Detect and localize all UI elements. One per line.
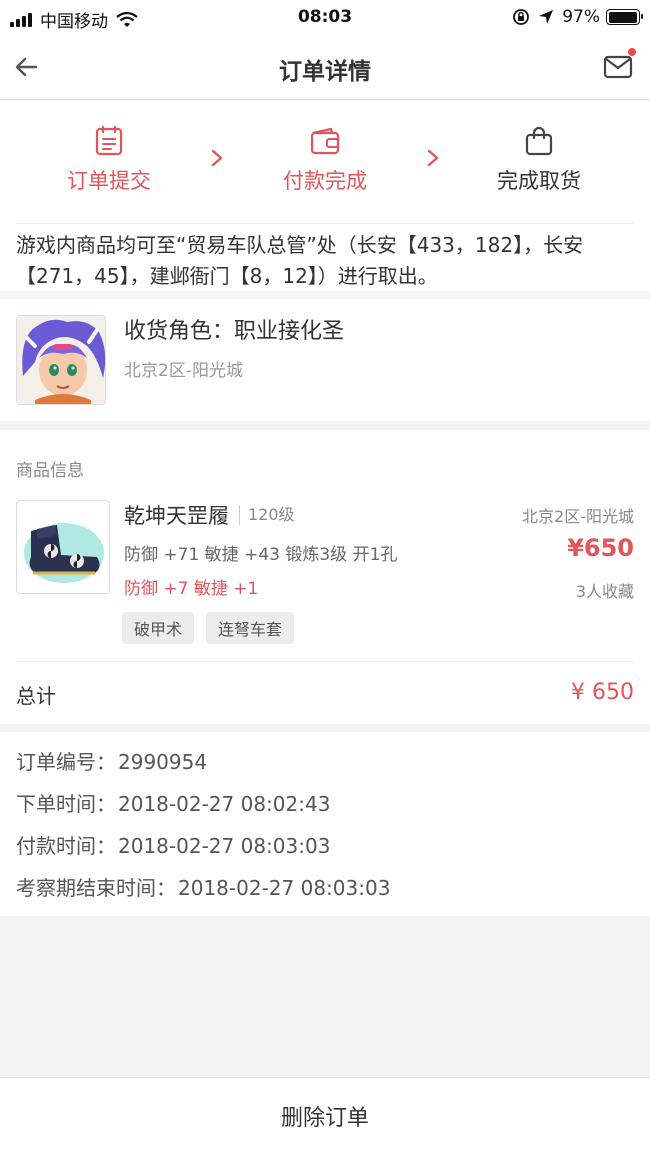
item-bonus-stats: 防御 +7 敏捷 +1 bbox=[124, 579, 259, 599]
chevron-right-icon bbox=[427, 149, 439, 167]
mail-button[interactable] bbox=[602, 48, 636, 82]
payment-time-value: 2018-02-27 08:03:03 bbox=[118, 834, 331, 858]
goods-section-title: 商品信息 bbox=[16, 461, 84, 481]
item-name-row: 乾坤天罡履 120级 bbox=[124, 500, 295, 530]
delete-order-button[interactable]: 删除订单 bbox=[0, 1100, 650, 1132]
receiver-server: 北京2区-阳光城 bbox=[124, 361, 243, 381]
step-payment-complete: 付款完成 bbox=[260, 125, 390, 195]
order-number-value: 2990954 bbox=[118, 750, 208, 774]
item-image[interactable] bbox=[16, 500, 110, 594]
step-label: 付款完成 bbox=[283, 169, 367, 193]
chevron-right-icon bbox=[211, 149, 223, 167]
total-value: ¥ 650 bbox=[571, 680, 634, 705]
bottom-action-bar: 删除订单 bbox=[0, 1077, 650, 1155]
step-pickup-complete: 完成取货 bbox=[474, 125, 604, 195]
item-tag: 破甲术 bbox=[122, 612, 195, 644]
wallet-icon bbox=[310, 127, 340, 155]
clipboard-icon bbox=[95, 125, 123, 156]
order-number-label: 订单编号： bbox=[16, 750, 116, 774]
pickup-notice: 游戏内商品均可至“贸易车队总管”处（长安【433，182】，长安【271，45】… bbox=[0, 219, 650, 291]
inspection-end-time-value: 2018-02-27 08:03:03 bbox=[178, 876, 391, 900]
nav-bar: 订单详情 bbox=[0, 34, 650, 100]
item-server: 北京2区-阳光城 bbox=[522, 507, 634, 526]
item-price: ¥650 bbox=[567, 534, 634, 562]
status-bar: 中国移动 08:03 97% bbox=[0, 0, 650, 34]
page-title: 订单详情 bbox=[279, 59, 371, 85]
order-time-value: 2018-02-27 08:02:43 bbox=[118, 792, 331, 816]
character-portrait bbox=[17, 316, 105, 404]
step-label: 订单提交 bbox=[67, 169, 151, 193]
order-number-row: 订单编号： 2990954 bbox=[16, 748, 634, 790]
payment-time-row: 付款时间： 2018-02-27 08:03:03 bbox=[16, 832, 634, 874]
receiver-name: 收货角色：职业接化圣 bbox=[124, 319, 345, 344]
total-label: 总计 bbox=[16, 684, 56, 708]
divider bbox=[16, 661, 634, 662]
battery-fill bbox=[608, 11, 637, 23]
item-tag: 连弩车套 bbox=[206, 612, 295, 644]
receiver-card: 收货角色：职业接化圣 北京2区-阳光城 bbox=[0, 299, 650, 421]
battery-icon bbox=[606, 9, 643, 25]
item-stats: 防御 +71 敏捷 +43 锻炼3级 开1孔 bbox=[124, 545, 398, 565]
item-favorites-count: 3人收藏 bbox=[575, 582, 634, 601]
goods-section: 商品信息 乾坤天罡履 120级 防御 +71 敏捷 +43 锻炼3级 开1孔 防… bbox=[0, 430, 650, 724]
inspection-end-time-row: 考察期结束时间： 2018-02-27 08:03:03 bbox=[16, 874, 634, 916]
order-info-section: 订单编号： 2990954 下单时间： 2018-02-27 08:02:43 付款… bbox=[0, 732, 650, 916]
bag-icon bbox=[525, 126, 553, 156]
rotation-lock-icon bbox=[513, 9, 530, 25]
order-detail-page: 中国移动 08:03 97% 订单详情 订单提交 付款完成 完成取货 游戏内商品… bbox=[0, 0, 650, 1155]
item-name[interactable]: 乾坤天罡履 bbox=[124, 500, 229, 530]
order-time-row: 下单时间： 2018-02-27 08:02:43 bbox=[16, 790, 634, 832]
location-icon bbox=[539, 10, 554, 24]
step-order-submitted: 订单提交 bbox=[44, 125, 174, 195]
order-progress-steps: 订单提交 付款完成 完成取货 bbox=[0, 101, 650, 219]
battery-percent: 97% bbox=[562, 7, 600, 27]
unread-badge bbox=[628, 48, 636, 56]
step-label: 完成取货 bbox=[497, 169, 581, 193]
item-tags: 破甲术 连弩车套 bbox=[122, 612, 306, 644]
status-right: 97% bbox=[512, 7, 643, 27]
payment-time-label: 付款时间： bbox=[16, 834, 116, 858]
order-time-label: 下单时间： bbox=[16, 792, 116, 816]
inspection-end-time-label: 考察期结束时间： bbox=[16, 876, 176, 900]
item-level: 120级 bbox=[239, 505, 295, 525]
boots-image bbox=[17, 501, 109, 593]
pickup-notice-text: 游戏内商品均可至“贸易车队总管”处（长安【433，182】，长安【271，45】… bbox=[16, 223, 634, 292]
avatar bbox=[16, 315, 106, 405]
